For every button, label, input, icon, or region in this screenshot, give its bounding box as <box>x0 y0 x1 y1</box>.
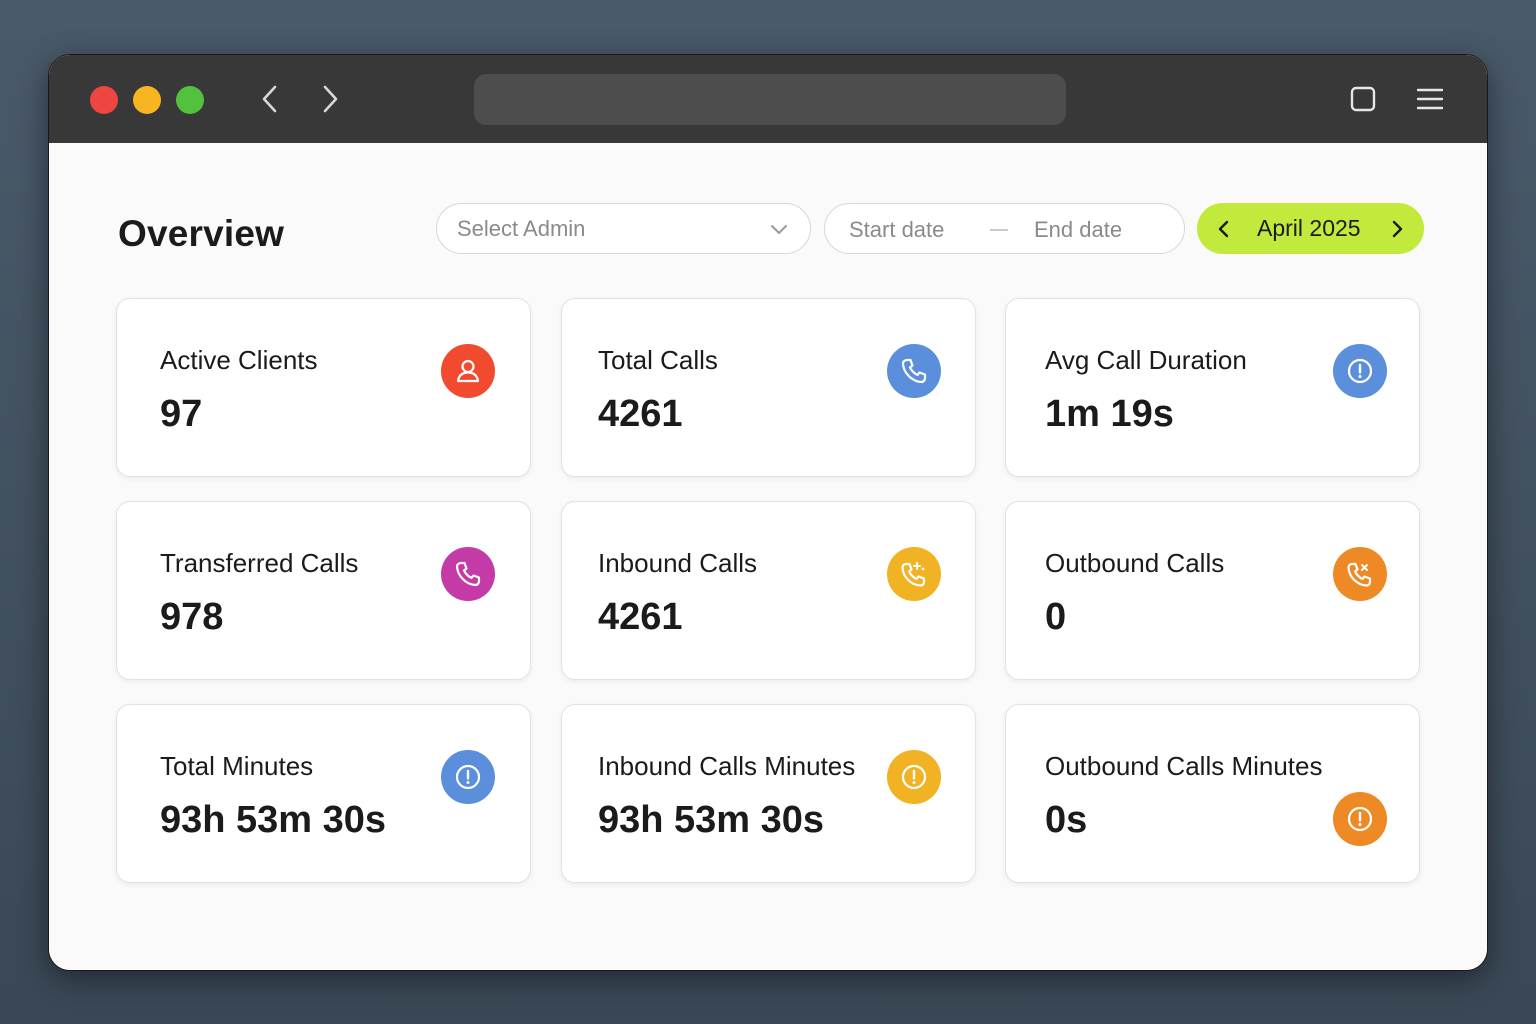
card-title: Avg Call Duration <box>1045 345 1247 375</box>
chevron-left-icon <box>1218 220 1229 238</box>
card-value: 4261 <box>598 596 683 638</box>
card-value: 93h 53m 30s <box>160 799 387 841</box>
chevron-right-icon <box>1392 220 1403 238</box>
menu-button[interactable] <box>1414 83 1446 115</box>
stat-card-outbound-calls[interactable]: Outbound Calls 0 <box>1005 501 1420 680</box>
card-title: Active Clients <box>160 345 318 375</box>
date-separator <box>990 229 1008 231</box>
close-window-button[interactable] <box>90 86 118 114</box>
alert-icon <box>1333 344 1387 398</box>
card-title: Total Calls <box>598 345 718 375</box>
month-selector: April 2025 <box>1197 203 1424 254</box>
card-value: 978 <box>160 596 224 638</box>
card-value: 97 <box>160 393 203 435</box>
stat-card-total-calls[interactable]: Total Calls 4261 <box>561 298 976 477</box>
select-admin-dropdown[interactable]: Select Admin <box>436 203 811 254</box>
maximize-window-button[interactable] <box>176 86 204 114</box>
card-title: Outbound Calls <box>1045 548 1225 578</box>
card-title: Inbound Calls <box>598 548 757 578</box>
end-date-field[interactable]: End date <box>1034 217 1122 243</box>
chevron-down-icon <box>771 225 787 234</box>
phone-incoming-icon <box>887 547 941 601</box>
next-month-button[interactable] <box>1384 216 1410 242</box>
card-value: 0 <box>1045 596 1067 638</box>
date-range-picker[interactable]: Start date End date <box>824 203 1185 254</box>
alert-icon <box>887 750 941 804</box>
page-title: Overview <box>118 213 285 254</box>
card-value: 4261 <box>598 393 683 435</box>
title-bar <box>49 55 1487 143</box>
hamburger-menu-icon <box>1416 88 1444 110</box>
stat-card-avg-call-duration[interactable]: Avg Call Duration 1m 19s <box>1005 298 1420 477</box>
tabs-button[interactable] <box>1347 83 1379 115</box>
alert-icon <box>441 750 495 804</box>
select-admin-placeholder: Select Admin <box>457 215 586 241</box>
stat-card-transferred-calls[interactable]: Transferred Calls 978 <box>116 501 531 680</box>
user-icon <box>441 344 495 398</box>
stat-card-inbound-calls[interactable]: Inbound Calls 4261 <box>561 501 976 680</box>
card-title: Outbound Calls Minutes <box>1045 751 1323 781</box>
stat-card-active-clients[interactable]: Active Clients 97 <box>116 298 531 477</box>
stat-card-inbound-calls-minutes[interactable]: Inbound Calls Minutes 93h 53m 30s <box>561 704 976 883</box>
browser-window: Overview Select Admin Start date End dat… <box>48 54 1488 971</box>
start-date-field[interactable]: Start date <box>849 217 944 243</box>
card-value: 1m 19s <box>1045 393 1174 435</box>
stat-card-outbound-calls-minutes[interactable]: Outbound Calls Minutes 0s <box>1005 704 1420 883</box>
back-button[interactable] <box>252 81 288 117</box>
alert-icon <box>1333 792 1387 846</box>
card-value: 93h 53m 30s <box>598 799 825 841</box>
phone-outgoing-icon <box>1333 547 1387 601</box>
address-bar[interactable] <box>474 74 1066 125</box>
forward-button[interactable] <box>312 81 348 117</box>
phone-icon <box>441 547 495 601</box>
phone-icon <box>887 344 941 398</box>
card-title: Transferred Calls <box>160 548 359 578</box>
card-title: Total Minutes <box>160 751 314 781</box>
main-content: Overview Select Admin Start date End dat… <box>49 143 1487 970</box>
card-title: Inbound Calls Minutes <box>598 751 856 781</box>
stat-card-total-minutes[interactable]: Total Minutes 93h 53m 30s <box>116 704 531 883</box>
chevron-right-icon <box>323 85 338 113</box>
minimize-window-button[interactable] <box>133 86 161 114</box>
chevron-left-icon <box>262 85 277 113</box>
previous-month-button[interactable] <box>1211 216 1237 242</box>
month-label: April 2025 <box>1257 215 1361 241</box>
card-value: 0s <box>1045 799 1088 841</box>
square-icon <box>1350 86 1376 112</box>
